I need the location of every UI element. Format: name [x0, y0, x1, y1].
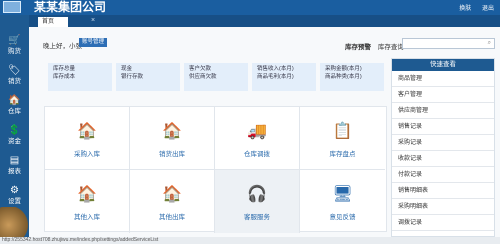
shortcut-transfer[interactable]: 🚚 仓库调拨 — [215, 107, 300, 170]
greeting: 晚上好，小张 — [43, 43, 82, 50]
inventory-icon: 📋 — [332, 123, 353, 140]
sale-out-icon: 🏠 — [162, 123, 182, 140]
report-icon: ▤ — [9, 155, 20, 166]
other-out-icon: 🏠 — [162, 186, 182, 203]
cart-icon: 🛒 — [8, 35, 21, 46]
service-icon: 🎧 — [247, 186, 267, 203]
sidebar-item-warehouse[interactable]: 🏠 仓库 — [0, 93, 29, 119]
quick-item-transfers[interactable]: 调拨记录 — [392, 215, 494, 231]
stat-label: 商品毛利(本月) — [257, 74, 294, 80]
tab-home[interactable]: 首页 — [38, 17, 68, 27]
sidebar: 🛒 购货 🏷 销货 🏠 仓库 💲 资金 ▤ 报表 ⚙ 设置 — [0, 15, 29, 237]
warehouse-icon: 🏠 — [8, 95, 21, 106]
sale-icon: 🏷 — [8, 65, 21, 76]
shortcut-label: 库存盘点 — [329, 151, 356, 158]
sidebar-item-label: 购货 — [8, 48, 21, 55]
company-title: 某某集团公司 — [34, 0, 107, 14]
shortcut-other-in[interactable]: 🏠 其他入库 — [45, 170, 130, 233]
stat-label: 商品种类(本月) — [325, 74, 362, 80]
feedback-icon: 🖥 — [332, 186, 353, 203]
quick-view-title: 快速查看 — [392, 59, 494, 71]
stat-card-purchase: 采购金额(本月) 商品种类(本月) — [320, 63, 384, 91]
logout-link[interactable]: 退出 — [482, 6, 494, 12]
quick-item-receipts[interactable]: 收款记录 — [392, 151, 494, 167]
shortcut-inventory[interactable]: 📋 库存盘点 — [300, 107, 385, 170]
money-icon: 💲 — [8, 125, 21, 136]
close-icon[interactable]: × — [91, 16, 95, 26]
stat-card-debts: 客户欠款 供应商欠款 — [184, 63, 248, 91]
quick-item-payments[interactable]: 付款记录 — [392, 167, 494, 183]
other-in-icon: 🏠 — [77, 186, 97, 203]
main-panel: 晚上好，小张 账号管理 库存预警 库存查询 ⌕ 库存总量 库存成本 现金 银行存… — [29, 27, 500, 237]
stat-card-cash: 现金 银行存款 — [116, 63, 180, 91]
shortcut-purchase-in[interactable]: 🏠 采购入库 — [45, 107, 130, 170]
shortcut-label: 其他出库 — [159, 214, 185, 221]
stat-label: 销售收入(本月) — [257, 66, 294, 72]
stat-card-revenue: 销售收入(本月) 商品毛利(本月) — [252, 63, 316, 91]
sidebar-item-settings[interactable]: ⚙ 设置 — [0, 183, 29, 209]
shortcut-label: 销货出库 — [159, 151, 185, 158]
sidebar-item-sales[interactable]: 🏷 销货 — [0, 63, 29, 89]
shortcut-label: 采购入库 — [74, 151, 100, 158]
skin-link[interactable]: 换肤 — [459, 6, 471, 12]
shortcut-label: 仓库调拨 — [244, 151, 270, 158]
tab-bar: 首页 × — [29, 15, 500, 27]
sidebar-item-purchase[interactable]: 🛒 购货 — [0, 33, 29, 59]
stat-label: 库存成本 — [53, 74, 76, 80]
top-links: 换肤 退出 — [450, 3, 494, 12]
shortcut-service[interactable]: 🎧 客服服务 — [215, 170, 300, 233]
shortcut-label: 客服服务 — [244, 214, 270, 221]
search-icon: ⌕ — [487, 40, 491, 46]
shortcut-label: 意见反馈 — [329, 214, 356, 221]
sidebar-item-reports[interactable]: ▤ 报表 — [0, 153, 29, 179]
shortcut-label: 其他入库 — [74, 214, 100, 221]
shortcut-other-out[interactable]: 🏠 其他出库 — [130, 170, 215, 233]
shortcut-feedback[interactable]: 🖥 意见反馈 — [300, 170, 385, 233]
sidebar-item-label: 报表 — [8, 168, 21, 175]
decorative-image — [0, 207, 29, 237]
sidebar-item-label: 资金 — [8, 138, 21, 145]
sidebar-item-funds[interactable]: 💲 资金 — [0, 123, 29, 149]
status-bar-url: http://255342.host708.zhujiwu.me/index.p… — [0, 237, 500, 244]
truck-icon: 🚚 — [247, 123, 267, 140]
stock-query-link[interactable]: 库存查询 — [378, 44, 404, 51]
quick-item-goods[interactable]: 商品管理 — [392, 71, 494, 87]
quick-item-suppliers[interactable]: 供应商管理 — [392, 103, 494, 119]
inventory-links: 库存预警 库存查询 — [345, 41, 404, 51]
stat-label: 采购金额(本月) — [325, 66, 362, 72]
quick-item-purchase-detail[interactable]: 采购明细表 — [392, 199, 494, 215]
sidebar-item-label: 设置 — [8, 198, 21, 205]
stat-label: 库存总量 — [53, 66, 76, 72]
purchase-in-icon: 🏠 — [77, 123, 97, 140]
sidebar-item-label: 仓库 — [8, 108, 21, 115]
stat-label: 供应商欠款 — [189, 74, 217, 80]
quick-item-purchases[interactable]: 采购记录 — [392, 135, 494, 151]
stat-label: 银行存款 — [121, 74, 144, 80]
stat-label: 客户欠款 — [189, 66, 212, 72]
quick-item-sales-detail[interactable]: 销售明细表 — [392, 183, 494, 199]
stat-card-stock: 库存总量 库存成本 — [48, 63, 112, 91]
account-button[interactable]: 账号管理 — [79, 38, 108, 47]
stock-warning-link[interactable]: 库存预警 — [345, 44, 371, 51]
quick-item-customers[interactable]: 客户管理 — [392, 87, 494, 103]
stat-label: 现金 — [121, 66, 133, 72]
sidebar-item-label: 销货 — [8, 78, 21, 85]
top-bar: 某某集团公司 换肤 退出 — [0, 0, 500, 15]
gear-icon: ⚙ — [10, 185, 19, 196]
shortcut-sale-out[interactable]: 🏠 销货出库 — [130, 107, 215, 170]
logo-icon — [3, 1, 21, 13]
search-input[interactable]: ⌕ — [402, 38, 495, 49]
shortcut-grid: 🏠 采购入库 🏠 销货出库 🚚 仓库调拨 📋 库存盘点 🏠 其他入库 🏠 其他出… — [44, 106, 387, 233]
quick-item-sales[interactable]: 销售记录 — [392, 119, 494, 135]
quick-view-panel: 快速查看 商品管理 客户管理 供应商管理 销售记录 采购记录 收款记录 付款记录… — [391, 58, 495, 237]
